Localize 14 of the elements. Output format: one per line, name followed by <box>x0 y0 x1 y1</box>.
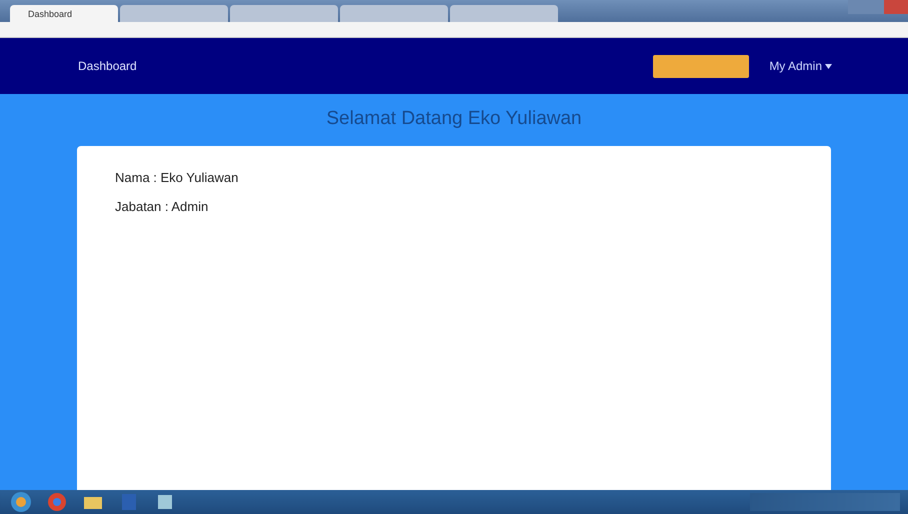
profile-line: Nama : Eko Yuliawan <box>115 170 240 185</box>
browser-tab[interactable] <box>120 5 228 22</box>
user-menu[interactable]: My Admin <box>769 59 832 73</box>
welcome-heading: Selamat Datang Eko Yuliawan <box>325 108 583 130</box>
browser-tab[interactable] <box>340 5 448 22</box>
profile-line: Jabatan : Admin <box>115 199 210 214</box>
caret-icon <box>825 64 832 68</box>
browser-tab[interactable] <box>230 5 338 22</box>
browser-tab[interactable] <box>450 5 558 22</box>
action-button[interactable] <box>653 54 750 78</box>
window-controls-drawing[interactable] <box>848 0 908 14</box>
brand-link[interactable]: Dashboard <box>78 59 137 73</box>
address-bar[interactable] <box>0 22 908 38</box>
browser-tab[interactable]: Dashboard <box>10 5 118 22</box>
